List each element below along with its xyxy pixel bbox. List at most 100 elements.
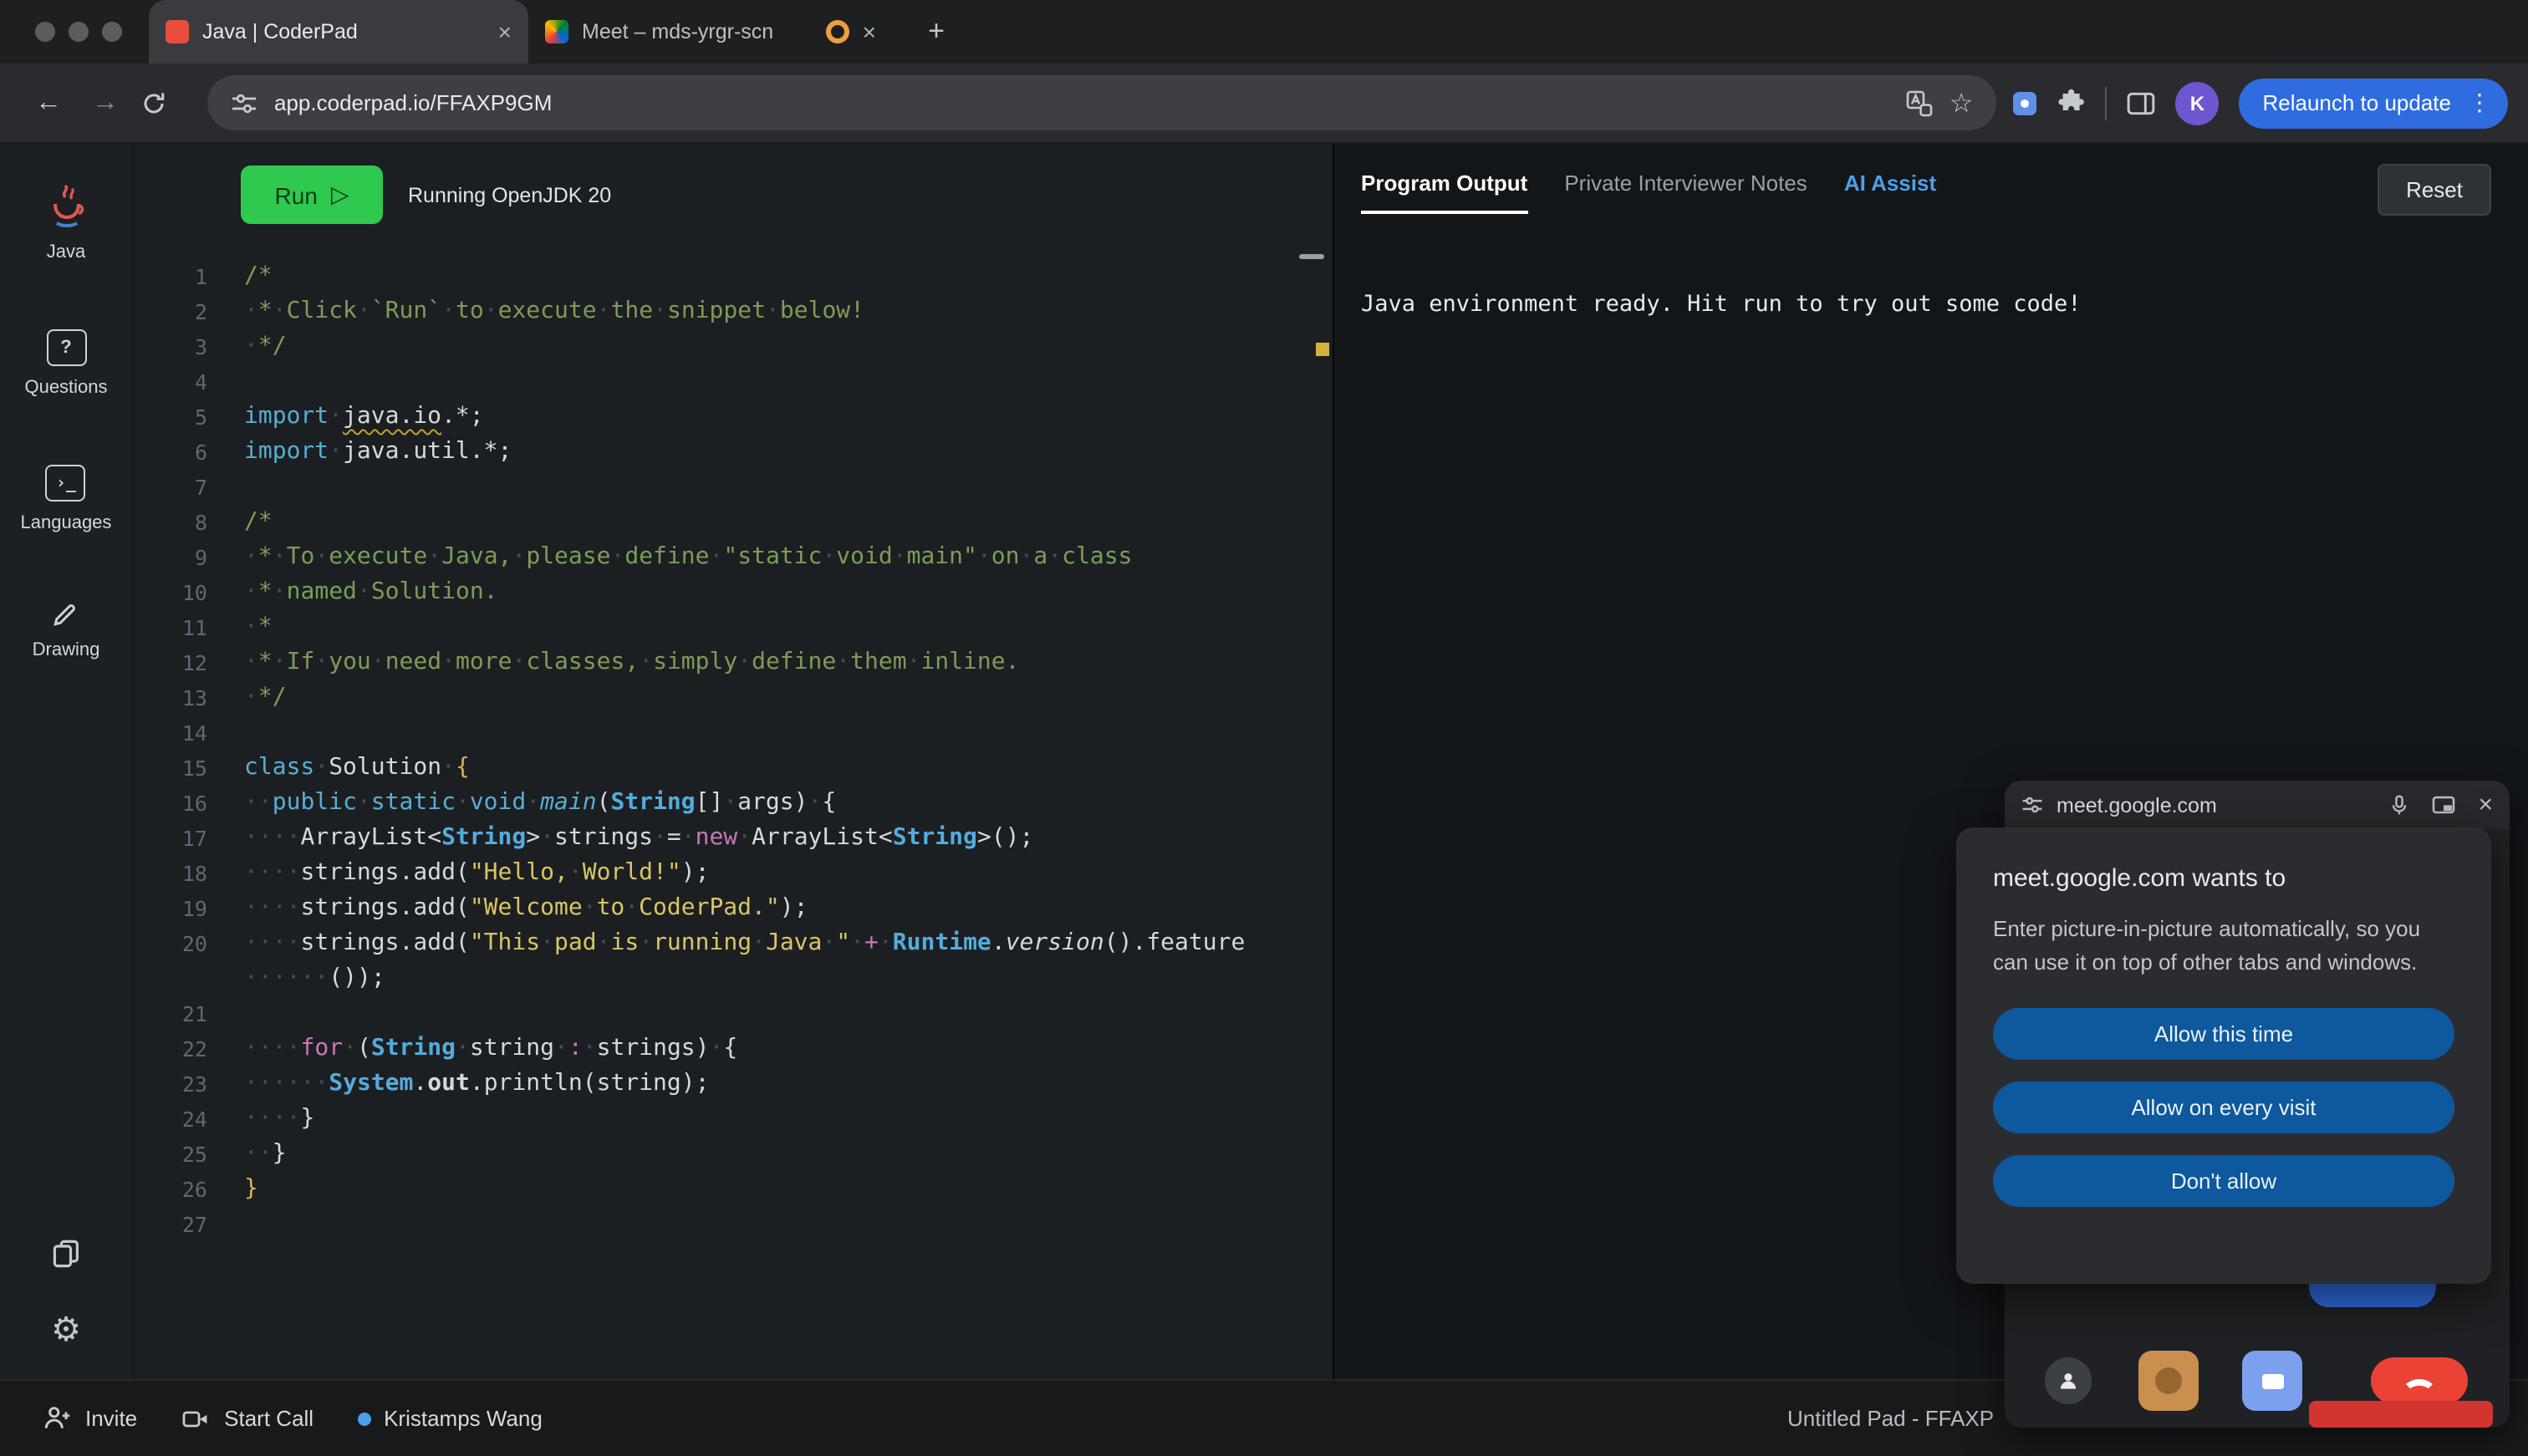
meet-leave-call-button[interactable]	[2371, 1357, 2468, 1404]
code-line[interactable]: 23······System.out.println(string);	[134, 1067, 1316, 1102]
tab-coderpad[interactable]: Java | CoderPad ×	[149, 0, 528, 64]
sidebar-item-language-java[interactable]: Java	[44, 184, 88, 262]
meet-join-button-partial[interactable]	[2309, 1284, 2436, 1307]
minimize-window-button[interactable]	[69, 22, 89, 42]
sidebar-item-languages[interactable]: ›_ Languages	[21, 465, 112, 533]
code-line[interactable]: 19····strings.add("Welcome·to·CoderPad."…	[134, 891, 1316, 926]
meet-favicon	[545, 20, 568, 43]
tab-program-output[interactable]: Program Output	[1361, 171, 1527, 214]
code-line[interactable]: 17····ArrayList<String>·strings·=·new·Ar…	[134, 821, 1316, 856]
code-line[interactable]: 16··public·static·void·main(String[]·arg…	[134, 786, 1316, 821]
invite-button[interactable]: Invite	[43, 1404, 137, 1433]
translate-icon[interactable]	[1906, 89, 1933, 116]
microphone-icon[interactable]	[2389, 793, 2409, 817]
meet-reaction-button[interactable]	[2138, 1351, 2199, 1411]
url-bar[interactable]: app.coderpad.io/FFAXP9GM ☆	[207, 75, 1996, 130]
code-line[interactable]: 7	[134, 470, 1316, 505]
line-number: 23	[134, 1067, 244, 1102]
start-call-button[interactable]: Start Call	[181, 1405, 313, 1432]
reset-button[interactable]: Reset	[2378, 164, 2491, 216]
code-line[interactable]: 12·*·If·you·need·more·classes,·simply·de…	[134, 645, 1316, 680]
code-line[interactable]: 2·*·Click·`Run`·to·execute·the·snippet·b…	[134, 294, 1316, 329]
code-line[interactable]: 11·*	[134, 610, 1316, 645]
editor-scrollbar-thumb[interactable]	[1299, 254, 1324, 259]
run-button[interactable]: Run ▷	[241, 165, 383, 224]
browser-menu-icon[interactable]: ⋮	[2468, 89, 2491, 117]
back-icon[interactable]: ←	[27, 88, 70, 118]
code-area[interactable]: 1/*2·*·Click·`Run`·to·execute·the·snippe…	[134, 259, 1316, 1242]
code-line[interactable]: 13·*/	[134, 680, 1316, 715]
tab-ai-assist[interactable]: AI Assist	[1844, 171, 1936, 211]
reload-icon[interactable]	[140, 89, 184, 116]
meet-present-button[interactable]	[2242, 1351, 2302, 1411]
zoom-window-button[interactable]	[102, 22, 122, 42]
code-line[interactable]: 25··}	[134, 1137, 1316, 1172]
code-line[interactable]: 18····strings.add("Hello,·World!");	[134, 856, 1316, 891]
lint-warning-marker[interactable]	[1316, 343, 1329, 356]
new-tab-button[interactable]: +	[916, 15, 956, 48]
copy-pages-icon[interactable]	[51, 1239, 81, 1269]
line-number: 1	[134, 259, 244, 294]
code-line[interactable]: 21	[134, 996, 1316, 1031]
code-line[interactable]: 14	[134, 715, 1316, 751]
panel-tabs: Program Output Private Interviewer Notes…	[1334, 144, 2528, 214]
code-line[interactable]: 1/*	[134, 259, 1316, 294]
code-line-text: ····}	[244, 1102, 314, 1137]
relaunch-to-update-button[interactable]: Relaunch to update ⋮	[2239, 78, 2508, 128]
meet-red-button-partial[interactable]	[2309, 1401, 2493, 1428]
code-line[interactable]: 22····for·(String·string·:·strings)·{	[134, 1031, 1316, 1067]
code-line[interactable]: 5import·java.io.*;	[134, 400, 1316, 435]
pad-title[interactable]: Untitled Pad - FFAXP	[1787, 1381, 1994, 1456]
sidebar-item-questions[interactable]: ? Questions	[24, 329, 107, 398]
code-line[interactable]: 10·*·named·Solution.	[134, 575, 1316, 610]
meet-control-button[interactable]	[2045, 1357, 2092, 1404]
code-line[interactable]: 24····}	[134, 1102, 1316, 1137]
profile-avatar[interactable]: K	[2175, 81, 2219, 125]
code-editor[interactable]: Run ▷ Running OpenJDK 20 1/*2·*·Click·`R…	[134, 144, 1333, 1381]
code-line[interactable]: ······());	[134, 961, 1316, 996]
url-text[interactable]: app.coderpad.io/FFAXP9GM	[274, 90, 1889, 115]
code-line-text: class·Solution·{	[244, 751, 470, 786]
tab-meet[interactable]: Meet – mds-yrgr-scn ×	[528, 0, 893, 64]
line-number: 15	[134, 751, 244, 786]
close-tab-icon[interactable]: ×	[498, 20, 512, 43]
coderpad-sidebar: Java ? Questions ›_ Languages Drawing ⚙	[0, 144, 134, 1381]
site-settings-icon[interactable]	[2021, 794, 2043, 816]
pip-titlebar[interactable]: meet.google.com ×	[2005, 781, 2510, 829]
allow-on-every-visit-button[interactable]: Allow on every visit	[1993, 1082, 2454, 1133]
site-settings-icon[interactable]	[231, 89, 257, 116]
tab-private-interviewer-notes[interactable]: Private Interviewer Notes	[1564, 171, 1807, 211]
close-tab-icon[interactable]: ×	[863, 20, 876, 43]
close-icon[interactable]: ×	[2478, 791, 2493, 819]
settings-gear-icon[interactable]: ⚙	[51, 1309, 81, 1351]
bookmark-star-icon[interactable]: ☆	[1950, 86, 1974, 120]
extensions-puzzle-icon[interactable]	[2057, 89, 2085, 117]
code-line-text: ····strings.add("Welcome·to·CoderPad.");	[244, 891, 808, 926]
allow-this-time-button[interactable]: Allow this time	[1993, 1008, 2454, 1060]
toolbar-actions: K Relaunch to update ⋮	[2013, 78, 2508, 128]
dont-allow-button[interactable]: Don't allow	[1993, 1155, 2454, 1207]
code-line[interactable]: 9·*·To·execute·Java,·please·define·"stat…	[134, 540, 1316, 575]
code-line[interactable]: 8/*	[134, 505, 1316, 540]
sidebar-item-drawing[interactable]: Drawing	[33, 600, 100, 660]
code-line[interactable]: 20····strings.add("This·pad·is·running·J…	[134, 926, 1316, 961]
code-line[interactable]: 3·*/	[134, 329, 1316, 364]
pip-toggle-icon[interactable]	[2431, 795, 2456, 815]
pinned-extension-icon[interactable]	[2013, 91, 2036, 115]
code-line-text: ····ArrayList<String>·strings·=·new·Arra…	[244, 821, 1033, 856]
start-call-label: Start Call	[224, 1406, 313, 1431]
code-line-text	[244, 364, 258, 400]
side-panel-icon[interactable]	[2127, 89, 2155, 116]
code-line-text: ··}	[244, 1137, 287, 1172]
line-number: 7	[134, 470, 244, 505]
code-line[interactable]: 27	[134, 1207, 1316, 1242]
forward-icon[interactable]: →	[84, 88, 127, 118]
code-line[interactable]: 4	[134, 364, 1316, 400]
code-line[interactable]: 6import·java.util.*;	[134, 435, 1316, 470]
code-line[interactable]: 26}	[134, 1172, 1316, 1207]
code-line-text: ······());	[244, 961, 385, 996]
code-line-text: import·java.util.*;	[244, 435, 512, 470]
line-number: 14	[134, 715, 244, 751]
close-window-button[interactable]	[35, 22, 55, 42]
code-line[interactable]: 15class·Solution·{	[134, 751, 1316, 786]
